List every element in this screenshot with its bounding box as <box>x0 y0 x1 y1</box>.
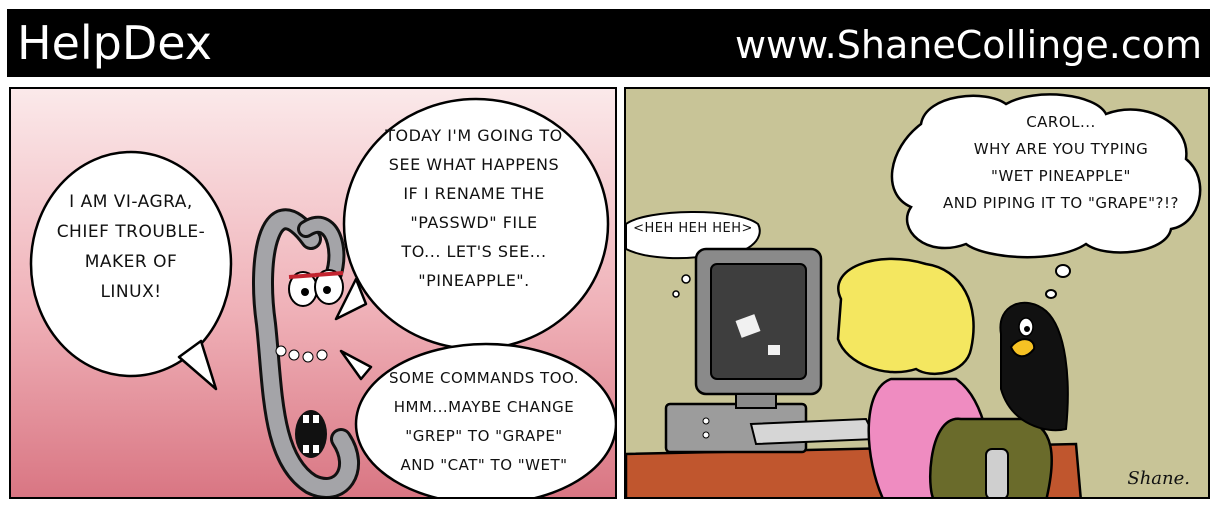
speech-bubble-plan: TODAY I'M GOING TO SEE WHAT HAPPENS IF I… <box>385 126 563 290</box>
comic-title: HelpDex <box>17 16 213 70</box>
thought-bubble-carol: CAROL... WHY ARE YOU TYPING "WET PINEAPP… <box>943 113 1179 212</box>
comic-header: HelpDex www.ShaneCollinge.com <box>7 9 1210 77</box>
speech-bubble-commands: SOME COMMANDS TOO. HMM...MAYBE CHANGE "G… <box>389 369 579 474</box>
artist-signature: Shane. <box>1127 468 1190 489</box>
speech-bubble-viagra: I AM VI-AGRA, CHIEF TROUBLE- MAKER OF LI… <box>56 192 206 302</box>
site-url[interactable]: www.ShaneCollinge.com <box>735 23 1202 67</box>
thought-bubble-heh: <HEH HEH HEH> <box>633 221 753 236</box>
comic-panel-left: I AM VI-AGRA, CHIEF TROUBLE- MAKER OF LI… <box>9 87 617 499</box>
comic-panel-right: <HEH HEH HEH> CAROL... WHY ARE YOU TYPIN… <box>624 87 1210 499</box>
